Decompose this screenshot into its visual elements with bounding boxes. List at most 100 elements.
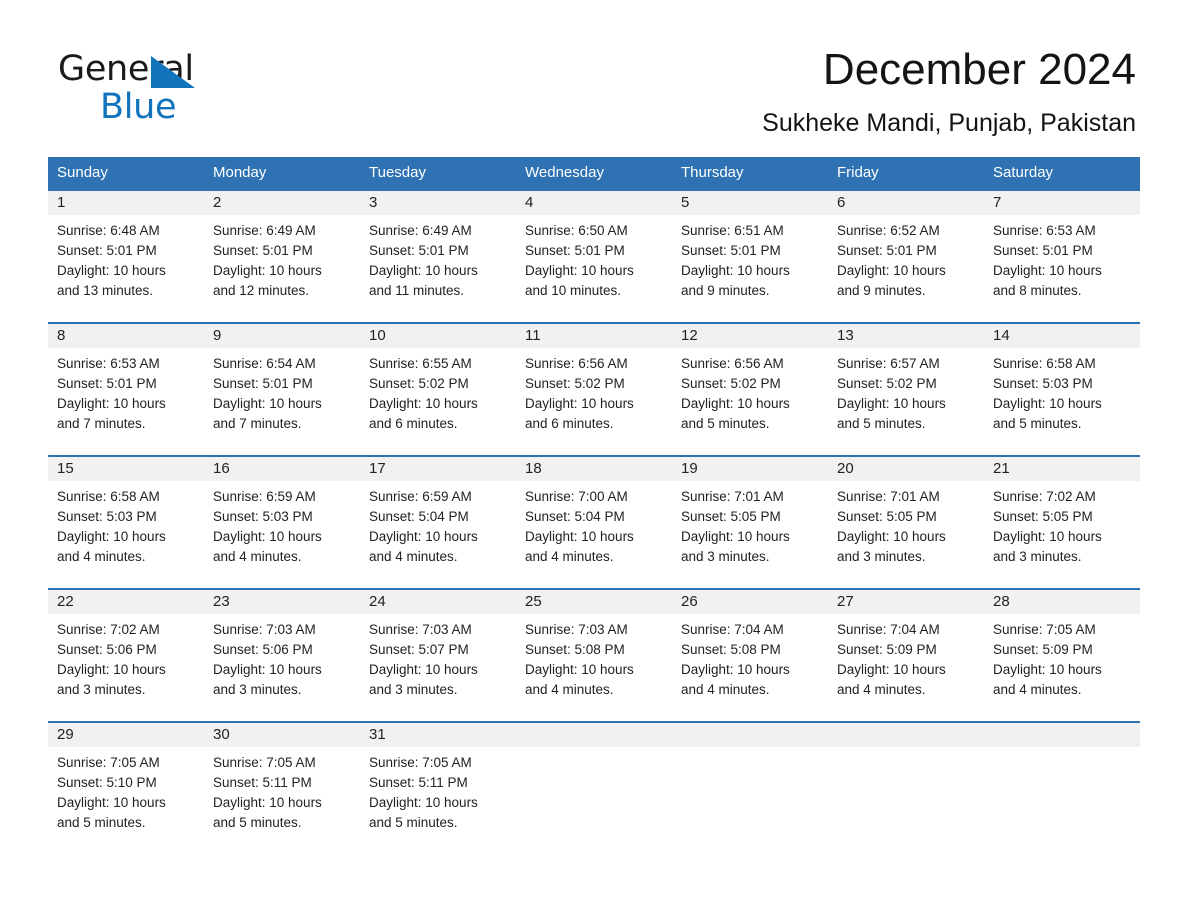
day-cell[interactable]: 16 Sunrise: 6:59 AM Sunset: 5:03 PM Dayl…: [204, 457, 360, 588]
daylight-text-line2: and 4 minutes.: [993, 682, 1082, 697]
day-cell[interactable]: 23 Sunrise: 7:03 AM Sunset: 5:06 PM Dayl…: [204, 590, 360, 721]
day-cell[interactable]: 19 Sunrise: 7:01 AM Sunset: 5:05 PM Dayl…: [672, 457, 828, 588]
day-details: Sunrise: 6:51 AM Sunset: 5:01 PM Dayligh…: [672, 215, 828, 301]
day-number: 13: [837, 327, 854, 344]
day-number: 2: [213, 194, 222, 211]
day-cell[interactable]: 28 Sunrise: 7:05 AM Sunset: 5:09 PM Dayl…: [984, 590, 1140, 721]
sunset-text: Sunset: 5:01 PM: [681, 243, 781, 258]
calendar-week-row: 15 Sunrise: 6:58 AM Sunset: 5:03 PM Dayl…: [48, 455, 1140, 588]
day-number-band: 11: [516, 324, 672, 348]
sunrise-text: Sunrise: 6:54 AM: [213, 356, 316, 371]
day-number: 31: [369, 726, 386, 743]
day-cell[interactable]: 18 Sunrise: 7:00 AM Sunset: 5:04 PM Dayl…: [516, 457, 672, 588]
day-number-band: 13: [828, 324, 984, 348]
sunset-text: Sunset: 5:11 PM: [213, 775, 312, 790]
sunrise-text: Sunrise: 6:56 AM: [525, 356, 628, 371]
day-number-band: 31: [360, 723, 516, 747]
day-number: 4: [525, 194, 534, 211]
sunset-text: Sunset: 5:08 PM: [525, 642, 625, 657]
day-cell-empty: [828, 723, 984, 854]
sunrise-text: Sunrise: 7:05 AM: [213, 755, 316, 770]
day-cell[interactable]: 6 Sunrise: 6:52 AM Sunset: 5:01 PM Dayli…: [828, 191, 984, 322]
sunset-text: Sunset: 5:02 PM: [525, 376, 625, 391]
sunrise-text: Sunrise: 6:51 AM: [681, 223, 784, 238]
sunrise-text: Sunrise: 6:52 AM: [837, 223, 940, 238]
day-number-band: 2: [204, 191, 360, 215]
day-cell[interactable]: 14 Sunrise: 6:58 AM Sunset: 5:03 PM Dayl…: [984, 324, 1140, 455]
weekday-header-wednesday: Wednesday: [525, 164, 604, 181]
day-cell[interactable]: 12 Sunrise: 6:56 AM Sunset: 5:02 PM Dayl…: [672, 324, 828, 455]
day-cell[interactable]: 4 Sunrise: 6:50 AM Sunset: 5:01 PM Dayli…: [516, 191, 672, 322]
day-cell[interactable]: 7 Sunrise: 6:53 AM Sunset: 5:01 PM Dayli…: [984, 191, 1140, 322]
day-cell[interactable]: 17 Sunrise: 6:59 AM Sunset: 5:04 PM Dayl…: [360, 457, 516, 588]
daylight-text-line1: Daylight: 10 hours: [57, 795, 166, 810]
day-number: 22: [57, 593, 74, 610]
day-cell[interactable]: 20 Sunrise: 7:01 AM Sunset: 5:05 PM Dayl…: [828, 457, 984, 588]
day-cell[interactable]: 1 Sunrise: 6:48 AM Sunset: 5:01 PM Dayli…: [48, 191, 204, 322]
sunrise-text: Sunrise: 6:49 AM: [213, 223, 316, 238]
day-details: Sunrise: 7:04 AM Sunset: 5:09 PM Dayligh…: [828, 614, 984, 700]
day-number-band: 12: [672, 324, 828, 348]
daylight-text-line2: and 7 minutes.: [213, 416, 302, 431]
daylight-text-line1: Daylight: 10 hours: [213, 396, 322, 411]
daylight-text-line2: and 5 minutes.: [57, 815, 146, 830]
daylight-text-line1: Daylight: 10 hours: [57, 396, 166, 411]
day-number: 23: [213, 593, 230, 610]
day-number: 10: [369, 327, 386, 344]
daylight-text-line1: Daylight: 10 hours: [681, 529, 790, 544]
day-cell[interactable]: 15 Sunrise: 6:58 AM Sunset: 5:03 PM Dayl…: [48, 457, 204, 588]
weekday-header-friday: Friday: [837, 164, 879, 181]
day-cell[interactable]: 3 Sunrise: 6:49 AM Sunset: 5:01 PM Dayli…: [360, 191, 516, 322]
day-cell[interactable]: 26 Sunrise: 7:04 AM Sunset: 5:08 PM Dayl…: [672, 590, 828, 721]
daylight-text-line2: and 6 minutes.: [369, 416, 458, 431]
day-cell[interactable]: 8 Sunrise: 6:53 AM Sunset: 5:01 PM Dayli…: [48, 324, 204, 455]
daylight-text-line2: and 13 minutes.: [57, 283, 154, 298]
day-number-band: [984, 723, 1140, 747]
sunset-text: Sunset: 5:01 PM: [993, 243, 1093, 258]
day-cell[interactable]: 25 Sunrise: 7:03 AM Sunset: 5:08 PM Dayl…: [516, 590, 672, 721]
sunrise-text: Sunrise: 7:03 AM: [369, 622, 472, 637]
day-cell[interactable]: 22 Sunrise: 7:02 AM Sunset: 5:06 PM Dayl…: [48, 590, 204, 721]
day-cell[interactable]: 9 Sunrise: 6:54 AM Sunset: 5:01 PM Dayli…: [204, 324, 360, 455]
daylight-text-line1: Daylight: 10 hours: [369, 795, 478, 810]
day-number-band: 18: [516, 457, 672, 481]
sunrise-text: Sunrise: 6:59 AM: [369, 489, 472, 504]
day-number-band: 27: [828, 590, 984, 614]
day-cell[interactable]: 21 Sunrise: 7:02 AM Sunset: 5:05 PM Dayl…: [984, 457, 1140, 588]
day-number: [984, 726, 993, 743]
day-number: 27: [837, 593, 854, 610]
day-cell-empty: [516, 723, 672, 854]
day-number: 8: [57, 327, 66, 344]
day-number: 18: [525, 460, 542, 477]
day-details: Sunrise: 6:54 AM Sunset: 5:01 PM Dayligh…: [204, 348, 360, 434]
daylight-text-line2: and 4 minutes.: [681, 682, 770, 697]
daylight-text-line2: and 7 minutes.: [57, 416, 146, 431]
daylight-text-line1: Daylight: 10 hours: [993, 529, 1102, 544]
sunrise-text: Sunrise: 6:55 AM: [369, 356, 472, 371]
daylight-text-line2: and 5 minutes.: [837, 416, 926, 431]
day-number-band: 5: [672, 191, 828, 215]
sunrise-text: Sunrise: 7:04 AM: [837, 622, 940, 637]
day-cell[interactable]: 30 Sunrise: 7:05 AM Sunset: 5:11 PM Dayl…: [204, 723, 360, 854]
day-cell[interactable]: 24 Sunrise: 7:03 AM Sunset: 5:07 PM Dayl…: [360, 590, 516, 721]
day-number: 24: [369, 593, 386, 610]
day-cell[interactable]: 10 Sunrise: 6:55 AM Sunset: 5:02 PM Dayl…: [360, 324, 516, 455]
day-number-band: 3: [360, 191, 516, 215]
day-cell-empty: [672, 723, 828, 854]
daylight-text-line2: and 12 minutes.: [213, 283, 310, 298]
day-cell[interactable]: 13 Sunrise: 6:57 AM Sunset: 5:02 PM Dayl…: [828, 324, 984, 455]
day-cell[interactable]: 5 Sunrise: 6:51 AM Sunset: 5:01 PM Dayli…: [672, 191, 828, 322]
day-cell[interactable]: 2 Sunrise: 6:49 AM Sunset: 5:01 PM Dayli…: [204, 191, 360, 322]
day-cell[interactable]: 29 Sunrise: 7:05 AM Sunset: 5:10 PM Dayl…: [48, 723, 204, 854]
day-cell[interactable]: 31 Sunrise: 7:05 AM Sunset: 5:11 PM Dayl…: [360, 723, 516, 854]
weekday-header-saturday: Saturday: [993, 164, 1054, 181]
daylight-text-line1: Daylight: 10 hours: [993, 662, 1102, 677]
day-cell[interactable]: 27 Sunrise: 7:04 AM Sunset: 5:09 PM Dayl…: [828, 590, 984, 721]
day-number-band: 14: [984, 324, 1140, 348]
day-number: 20: [837, 460, 854, 477]
sunset-text: Sunset: 5:11 PM: [369, 775, 468, 790]
day-cell[interactable]: 11 Sunrise: 6:56 AM Sunset: 5:02 PM Dayl…: [516, 324, 672, 455]
sunrise-text: Sunrise: 6:50 AM: [525, 223, 628, 238]
sunrise-text: Sunrise: 6:58 AM: [993, 356, 1096, 371]
daylight-text-line2: and 3 minutes.: [681, 549, 770, 564]
